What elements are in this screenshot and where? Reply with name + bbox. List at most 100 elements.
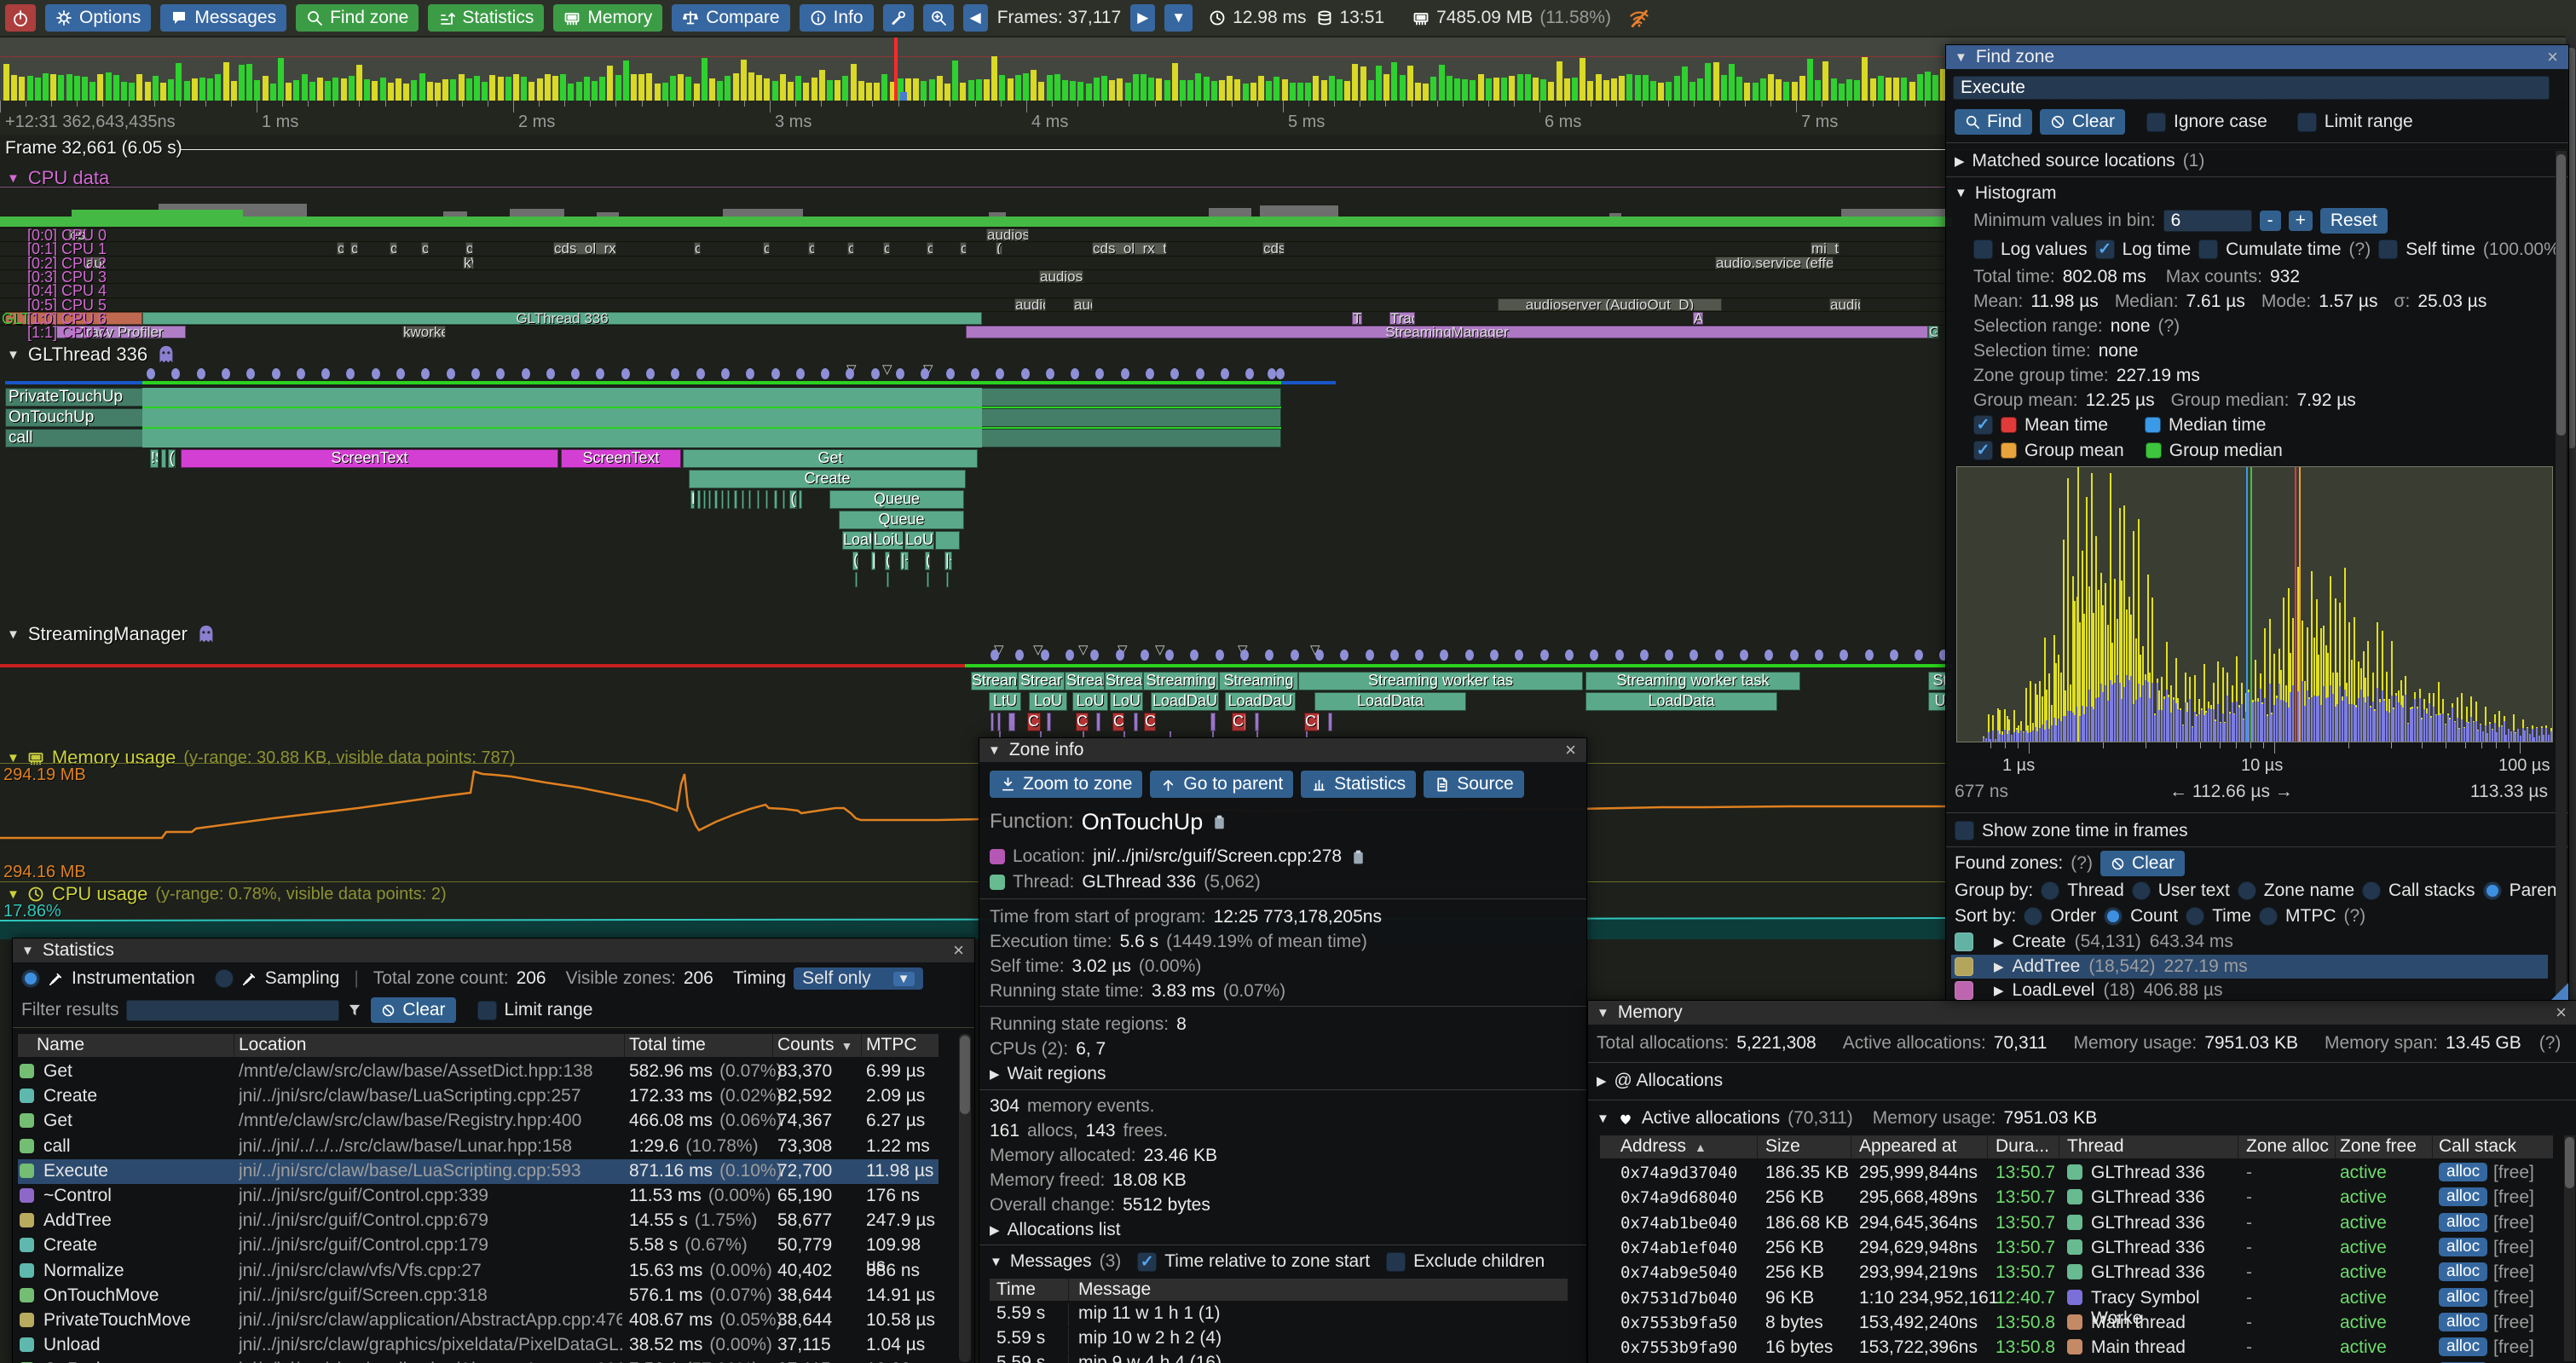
marker-icon[interactable]: ▽ xyxy=(1155,642,1165,657)
timeline-zone[interactable]: Get xyxy=(683,449,978,468)
expand-icon[interactable]: ▶ xyxy=(990,1222,1000,1238)
timeline-zone[interactable] xyxy=(997,713,1001,731)
timeline-zone[interactable]: Streaming xyxy=(1143,672,1219,690)
table-row[interactable]: Createjni/../jni/src/claw/base/LuaScript… xyxy=(18,1084,939,1109)
message-dot[interactable] xyxy=(1240,650,1249,661)
message-dot[interactable] xyxy=(1245,368,1254,379)
resize-grip[interactable] xyxy=(2551,983,2568,1000)
alloc-callstack-button[interactable]: alloc xyxy=(2439,1187,2487,1206)
message-row[interactable]: 5.59 smip 11 w 1 h 1 (1) xyxy=(990,1303,1568,1327)
cpu-zone[interactable]: kworker/( xyxy=(402,326,446,338)
column-header-message[interactable]: Message xyxy=(1078,1279,1151,1300)
zoom-to-zone-button[interactable]: Zoom to zone xyxy=(990,771,1142,798)
cpu-zone[interactable]: c xyxy=(763,242,770,255)
message-dot[interactable] xyxy=(197,368,205,379)
message-dot[interactable] xyxy=(1121,368,1129,379)
message-dot[interactable] xyxy=(1590,650,1598,661)
message-dot[interactable] xyxy=(921,368,929,379)
sort-by-radio-time[interactable] xyxy=(2186,907,2204,926)
funnel-icon[interactable] xyxy=(347,1002,363,1019)
message-dot[interactable] xyxy=(346,368,355,379)
timeline-zone[interactable]: LoU xyxy=(1029,692,1067,711)
message-dot[interactable] xyxy=(1170,368,1179,379)
found-zone-group[interactable]: ▶AddTree(18,542)227.19 ms xyxy=(1951,955,2548,979)
message-dot[interactable] xyxy=(1095,368,1104,379)
timeline-zone[interactable]: Strea xyxy=(1065,672,1105,690)
timeline-zone[interactable]: C( xyxy=(1027,713,1041,731)
timeline-zone[interactable]: |~ xyxy=(900,552,909,570)
message-dot[interactable] xyxy=(1440,650,1448,661)
memory-scrollbar[interactable] xyxy=(2564,1135,2575,1361)
timeline-zone[interactable]: ScreenText xyxy=(181,449,558,468)
zone-info-titlebar[interactable]: ▼ Zone info × xyxy=(979,738,1586,762)
close-icon[interactable]: × xyxy=(2556,1002,2567,1024)
message-dot[interactable] xyxy=(971,368,979,379)
message-dot[interactable] xyxy=(796,368,805,379)
timeline-zone[interactable] xyxy=(1328,713,1332,731)
timeline-zone[interactable]: E xyxy=(690,490,695,509)
collapse-icon[interactable]: ▼ xyxy=(1597,1112,1609,1126)
cpu-zone[interactable]: audio xyxy=(1829,298,1861,311)
timeline-zone[interactable]: C| xyxy=(1304,713,1320,731)
timeline-zone[interactable] xyxy=(748,490,751,509)
allocation-row[interactable]: 0x74ab1ef040256 KB294,629,948ns13:50.7GL… xyxy=(1600,1236,2553,1261)
group-by-radio-user-text[interactable] xyxy=(2132,881,2151,900)
timeline-zone[interactable] xyxy=(697,490,701,509)
message-dot[interactable] xyxy=(1465,650,1474,661)
cpu-zone[interactable]: cds_ol_rx_thr xyxy=(553,242,616,255)
clipboard-icon[interactable] xyxy=(1349,848,1367,866)
collapse-icon[interactable]: ▼ xyxy=(988,743,1001,758)
alloc-callstack-button[interactable]: alloc xyxy=(2439,1213,2487,1232)
timeline-zone[interactable] xyxy=(799,490,802,509)
timeline-zone[interactable] xyxy=(727,490,730,509)
findzone-scrollbar[interactable] xyxy=(2556,151,2567,998)
found-zone-group[interactable]: ▶LoadLevel(18)406.88 µs xyxy=(1951,979,2548,1000)
message-dot[interactable] xyxy=(1268,368,1276,379)
message-dot[interactable] xyxy=(1015,650,1024,661)
timeline-zone[interactable] xyxy=(1008,713,1015,731)
cpu-zone[interactable]: cds_ol_rx_threa xyxy=(1092,242,1167,255)
timeline-zone[interactable]: Strea xyxy=(1105,672,1143,690)
collapse-icon[interactable]: ▼ xyxy=(1955,186,1967,200)
limit-range-checkbox[interactable] xyxy=(477,1001,497,1020)
timeline-zone[interactable] xyxy=(946,572,949,587)
message-dot[interactable] xyxy=(996,368,1004,379)
timeline-zone[interactable] xyxy=(714,490,718,509)
message-dot[interactable] xyxy=(1665,650,1673,661)
alloc-callstack-button[interactable]: alloc xyxy=(2439,1288,2487,1307)
table-row[interactable]: AddTreejni/../jni/src/guif/Control.cpp:6… xyxy=(18,1209,939,1233)
close-icon[interactable]: × xyxy=(2547,46,2558,68)
message-dot[interactable] xyxy=(1276,368,1285,379)
column-header-call-stack[interactable]: Call stack xyxy=(2439,1136,2516,1157)
collapse-icon[interactable]: ▼ xyxy=(7,887,20,902)
group-by-radio-thread[interactable] xyxy=(2041,881,2059,900)
timeline-zone[interactable] xyxy=(783,490,785,509)
log-time-checkbox[interactable]: ✓ xyxy=(2095,240,2115,259)
log-values-checkbox[interactable] xyxy=(1973,240,1993,259)
frame-prev-button[interactable]: ◀ xyxy=(963,4,988,32)
message-dot[interactable] xyxy=(421,368,430,379)
histogram-plot[interactable] xyxy=(1956,466,2553,742)
go-to-parent-button[interactable]: Go to parent xyxy=(1150,771,1293,798)
cpu-zone[interactable]: aud xyxy=(1073,298,1093,311)
table-row[interactable]: Get/mnt/e/claw/src/claw/base/AssetDict.h… xyxy=(18,1060,939,1084)
message-dot[interactable] xyxy=(1046,368,1054,379)
message-dot[interactable] xyxy=(1390,650,1399,661)
memory-button[interactable]: Memory xyxy=(553,4,662,32)
timeline-zone[interactable]: LoU xyxy=(1072,692,1108,711)
found-zone-group[interactable]: ▶Create(54,131)643.34 ms xyxy=(1951,930,2548,954)
show-zone-time-checkbox[interactable] xyxy=(1955,821,1974,840)
expand-icon[interactable]: ▶ xyxy=(990,1066,1000,1082)
timeline-zone[interactable]: Streaming xyxy=(1219,672,1298,690)
messages-button[interactable]: Messages xyxy=(160,4,286,32)
collapse-icon[interactable]: ▼ xyxy=(7,171,20,186)
message-dot[interactable] xyxy=(1490,650,1499,661)
expand-icon[interactable]: ▶ xyxy=(1994,934,2004,950)
clipboard-icon[interactable] xyxy=(1210,813,1228,831)
reset-button[interactable]: Reset xyxy=(2320,208,2388,234)
message-dot[interactable] xyxy=(1265,650,1274,661)
table-row[interactable]: OnTouchMovejni/../jni/src/guif/Screen.cp… xyxy=(18,1284,939,1308)
message-dot[interactable] xyxy=(272,368,280,379)
cpu-zone[interactable]: ( xyxy=(996,242,1002,255)
find-zone-titlebar[interactable]: ▼ Find zone × xyxy=(1946,45,2568,69)
